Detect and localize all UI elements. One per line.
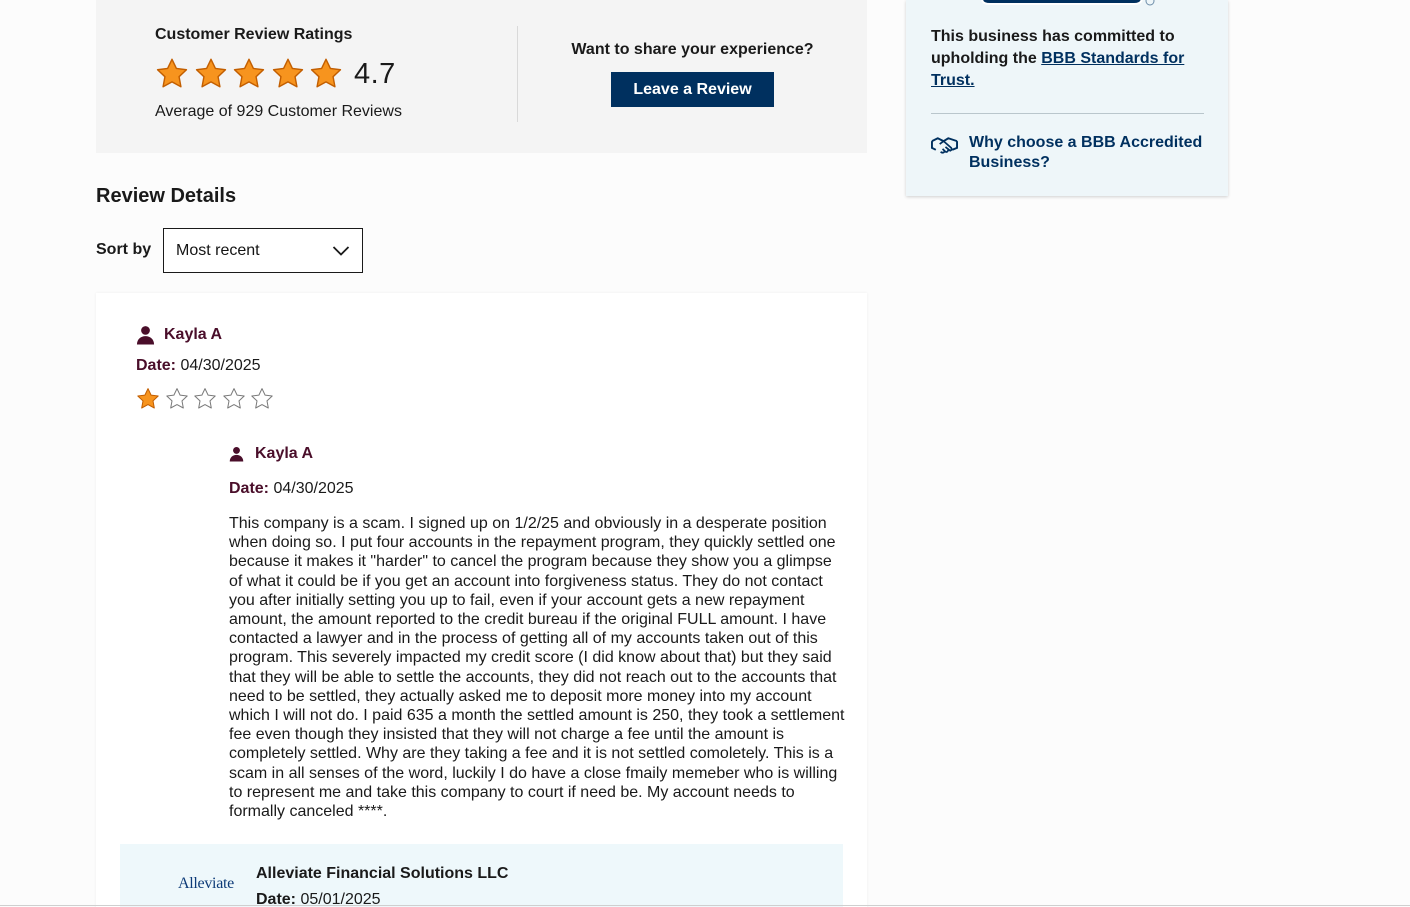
review-rating-stars (136, 387, 279, 411)
star-empty-icon (165, 388, 188, 409)
date-value: 04/30/2025 (180, 357, 261, 374)
leave-review-button[interactable]: Leave a Review (611, 72, 774, 107)
review-details-title: Review Details (96, 185, 237, 207)
business-response: Alleviate Alleviate Financial Solutions … (120, 844, 843, 907)
why-accredited-link[interactable]: Why choose a BBB Accredited Business? (931, 133, 1209, 172)
star-filled-icon (234, 58, 265, 88)
star-filled-icon (311, 58, 342, 88)
user-icon (229, 446, 244, 462)
inner-reviewer-name: Kayla A (255, 445, 314, 462)
business-logo: Alleviate (178, 875, 234, 892)
page-bottom-border (0, 905, 1410, 906)
star-empty-icon (194, 388, 216, 409)
sort-selected-value: Most recent (176, 241, 260, 259)
star-filled-icon (137, 388, 159, 409)
review-body-text: This company is a scam. I signed up on 1… (229, 515, 845, 821)
sort-by-label: Sort by (96, 241, 152, 258)
chevron-down-icon (332, 246, 350, 256)
accreditation-sidebar: This business has committed to upholding… (906, 0, 1228, 196)
date-label: Date: (229, 480, 270, 497)
inner-reviewer-header: Kayla A (229, 445, 313, 463)
sort-select[interactable]: Most recent (163, 228, 363, 273)
review-count-text: Average of 929 Customer Reviews (155, 103, 402, 120)
star-filled-icon (195, 58, 226, 88)
reviewer-header: Kayla A (136, 325, 222, 345)
average-stars-row: 4.7 (155, 57, 455, 91)
bbb-seal-icon (981, 0, 1155, 6)
sidebar-divider (931, 113, 1204, 114)
why-accredited-text: Why choose a BBB Accredited Business? (969, 134, 1203, 171)
star-filled-icon (272, 58, 303, 88)
commitment-text: This business has committed to upholding… (931, 26, 1206, 92)
reviewer-name: Kayla A (164, 326, 223, 343)
inner-review-date: Date: 04/30/2025 (229, 480, 354, 498)
average-rating-value: 4.7 (353, 57, 396, 90)
share-prompt: Want to share your experience? (571, 41, 814, 58)
star-empty-icon (222, 388, 245, 409)
date-value: 04/30/2025 (273, 480, 354, 497)
date-label: Date: (136, 357, 177, 374)
handshake-icon (931, 137, 958, 154)
business-name: Alleviate Financial Solutions LLC (256, 865, 509, 882)
star-filled-icon (156, 58, 188, 88)
ratings-title: Customer Review Ratings (155, 26, 353, 43)
share-experience-block: Want to share your experience? Leave a R… (518, 41, 867, 107)
ratings-summary-panel: Customer Review Ratings 4.7 Average of 9… (96, 0, 867, 153)
ratings-overview: Customer Review Ratings 4.7 Average of 9… (155, 26, 455, 121)
star-empty-icon (251, 388, 273, 409)
review-date: Date: 04/30/2025 (136, 357, 261, 375)
review-card: Kayla A Date: 04/30/2025 Kayla A Date: 0… (96, 293, 867, 907)
user-icon (136, 326, 155, 345)
